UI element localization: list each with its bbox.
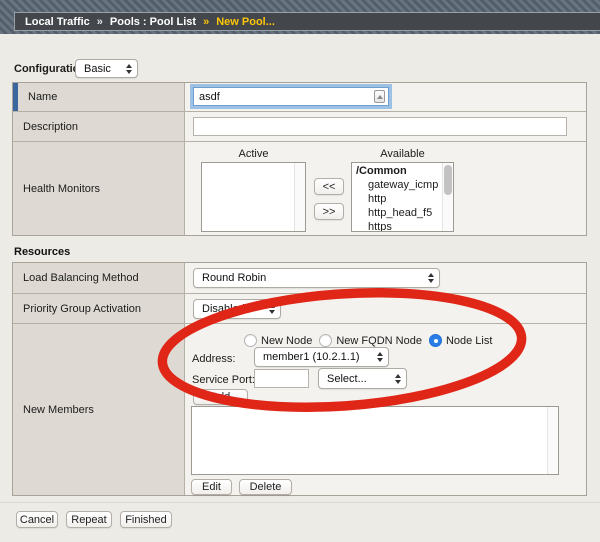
health-monitors-label: Health Monitors <box>13 142 185 235</box>
member-type-radio-group: New Node New FQDN Node Node List <box>244 334 499 347</box>
breadcrumb-separator-icon: » <box>203 16 209 28</box>
load-balancing-label-text: Load Balancing Method <box>23 272 139 284</box>
scrollbar-track[interactable] <box>294 163 305 231</box>
new-fqdn-node-radio[interactable] <box>319 334 332 347</box>
name-label-text: Name <box>28 91 57 103</box>
priority-group-row: Priority Group Activation Disabled <box>13 293 586 323</box>
breadcrumb: Local Traffic » Pools : Pool List » New … <box>14 12 600 31</box>
priority-group-label-text: Priority Group Activation <box>23 303 141 315</box>
service-port-select[interactable]: Select... <box>318 368 407 389</box>
autofill-icon[interactable] <box>374 90 385 103</box>
monitor-item[interactable]: https <box>352 220 453 232</box>
configuration-select-value: Basic <box>84 63 111 75</box>
breadcrumb-separator-icon: » <box>97 16 103 28</box>
new-pool-page: Local Traffic » Pools : Pool List » New … <box>0 0 600 542</box>
select-stepper-icon <box>422 273 434 283</box>
name-input[interactable] <box>193 87 389 106</box>
move-to-available-button[interactable]: >> <box>314 203 344 220</box>
delete-member-button[interactable]: Delete <box>239 479 292 495</box>
monitor-item[interactable]: /Common <box>352 164 453 178</box>
resources-table: Load Balancing Method Round Robin Priori… <box>12 262 587 496</box>
new-members-label: New Members <box>13 324 185 495</box>
monitor-item[interactable]: gateway_icmp <box>352 178 453 192</box>
load-balancing-row: Load Balancing Method Round Robin <box>13 263 586 293</box>
description-row: Description <box>13 111 586 141</box>
finished-button[interactable]: Finished <box>120 511 172 528</box>
address-select[interactable]: member1 (10.2.1.1) <box>254 347 389 367</box>
description-input[interactable] <box>193 117 567 136</box>
priority-group-label: Priority Group Activation <box>13 294 185 323</box>
active-column-header: Active <box>201 148 306 160</box>
health-monitors-label-text: Health Monitors <box>23 183 100 195</box>
monitor-item[interactable]: http_head_f5 <box>352 206 453 220</box>
monitor-item[interactable]: http <box>352 192 453 206</box>
node-list-radio-label[interactable]: Node List <box>446 335 492 347</box>
address-label: Address: <box>192 353 235 365</box>
new-members-listbox[interactable] <box>191 406 559 475</box>
move-to-active-button[interactable]: << <box>314 178 344 195</box>
select-stepper-icon <box>371 352 383 362</box>
scrollbar-track[interactable] <box>442 163 453 231</box>
new-members-label-text: New Members <box>23 404 94 416</box>
breadcrumb-new-pool: New Pool... <box>216 16 275 28</box>
load-balancing-label: Load Balancing Method <box>13 263 185 293</box>
new-node-radio[interactable] <box>244 334 257 347</box>
add-member-button[interactable]: Add <box>193 389 248 405</box>
new-members-row: New Members New Node New FQDN Node Node … <box>13 323 586 495</box>
breadcrumb-local-traffic[interactable]: Local Traffic <box>25 16 90 28</box>
configuration-select[interactable]: Basic <box>75 59 138 78</box>
select-stepper-icon <box>120 64 132 74</box>
description-label: Description <box>13 112 185 141</box>
name-label: Name <box>13 83 185 111</box>
new-node-radio-label[interactable]: New Node <box>261 335 312 347</box>
description-label-text: Description <box>23 121 78 133</box>
node-list-radio[interactable] <box>429 334 442 347</box>
footer-divider <box>0 502 600 503</box>
new-fqdn-node-radio-label[interactable]: New FQDN Node <box>336 335 422 347</box>
priority-group-select-value: Disabled <box>202 303 245 315</box>
service-port-input[interactable] <box>254 369 309 388</box>
address-select-value: member1 (10.2.1.1) <box>263 351 360 363</box>
breadcrumb-pool-list[interactable]: Pools : Pool List <box>110 16 196 28</box>
scrollbar-thumb[interactable] <box>444 165 452 195</box>
name-row: Name <box>13 83 586 111</box>
health-monitors-row: Health Monitors Active Available << >> /… <box>13 141 586 235</box>
select-stepper-icon <box>263 304 275 314</box>
monitor-item-list: /Commongateway_icmphttphttp_head_f5https <box>352 163 453 232</box>
available-column-header: Available <box>351 148 454 160</box>
cancel-button[interactable]: Cancel <box>16 511 58 528</box>
service-port-label: Service Port: <box>192 374 255 386</box>
priority-group-select[interactable]: Disabled <box>193 299 281 319</box>
resources-heading: Resources <box>14 246 70 258</box>
configuration-table: Name Description Health Monitors Active … <box>12 82 587 236</box>
load-balancing-select-value: Round Robin <box>202 272 266 284</box>
edit-member-button[interactable]: Edit <box>191 479 232 495</box>
repeat-button[interactable]: Repeat <box>66 511 112 528</box>
load-balancing-select[interactable]: Round Robin <box>193 268 440 288</box>
available-monitors-listbox[interactable]: /Commongateway_icmphttphttp_head_f5https <box>351 162 454 232</box>
select-stepper-icon <box>389 374 401 384</box>
scrollbar-track[interactable] <box>547 407 558 474</box>
active-monitors-listbox[interactable] <box>201 162 306 232</box>
service-port-select-value: Select... <box>327 373 367 385</box>
